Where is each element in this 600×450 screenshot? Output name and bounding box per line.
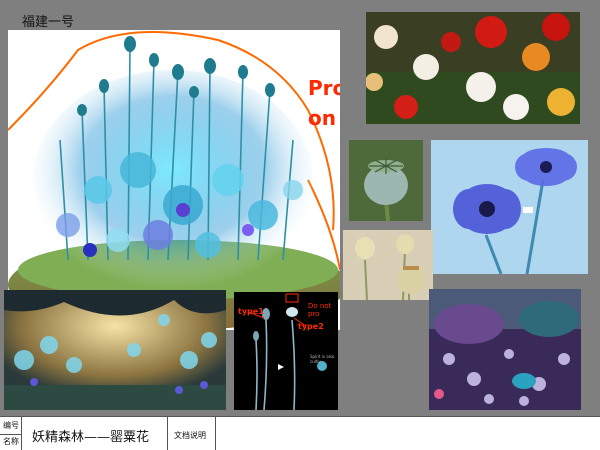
main-concept-painting: Pro on [8,30,340,330]
sketch-label-type2: type2 [298,322,324,331]
title-block-divider [0,434,22,435]
poppy-field-photo [366,12,580,124]
asset-name: 妖精森林——罂粟花 [32,430,150,445]
label-name: 名称 [3,437,19,446]
seed-pod-photo [349,140,423,221]
main-concept-art [8,30,340,330]
blue-anemone-photo [431,140,588,274]
poppy-field-image [366,12,580,124]
main-overlay-text-1: Pro [308,76,340,100]
cave-forest-painting [4,290,226,410]
doc-label: 文档说明 [174,431,206,440]
purple-forest-painting [429,289,581,410]
cream-pods-photo [343,230,433,300]
sketch-label-type1: type1 [238,307,264,316]
purple-forest-image [429,289,581,410]
cave-forest-image [4,290,226,410]
sketch-label-do-not: Do not pro [308,302,332,318]
blue-anemone-image [431,140,588,274]
type-sketch-panel: type1 type2 Do not pro Spirit is also cu… [234,292,338,410]
title-block: 编号 名称 妖精森林——罂粟花 文档说明 [0,416,600,450]
label-number: 编号 [3,421,19,430]
seed-pod-image [349,140,423,221]
main-overlay-text-2: on [308,106,336,130]
reference-board: 福建一号 Pro on type1 type2 Do not pro Spiri… [0,0,600,450]
cream-pods-image [343,230,433,300]
sketch-label-note: Spirit is also cultiv [310,354,335,364]
board-title: 福建一号 [22,15,75,30]
